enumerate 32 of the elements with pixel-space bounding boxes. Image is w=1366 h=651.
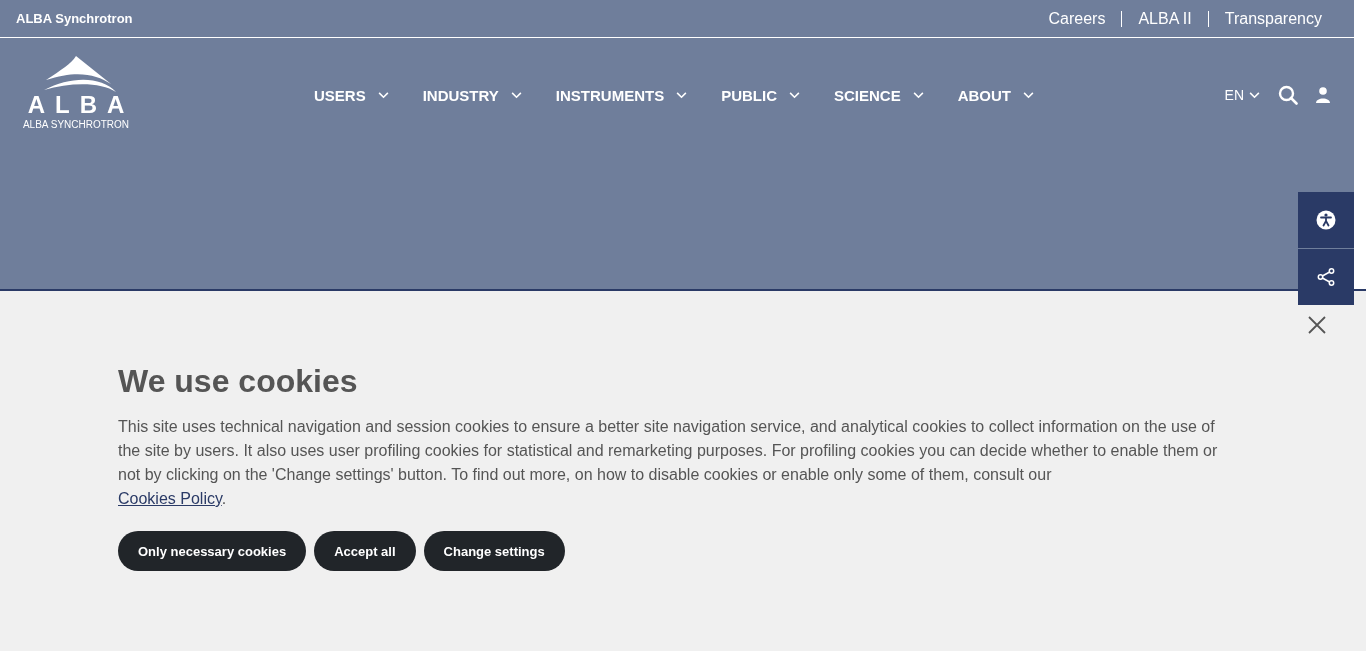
share-button[interactable] [1298,249,1354,305]
chevron-icon [789,92,800,99]
language-selector[interactable]: EN [1224,87,1260,103]
nav-item[interactable]: USERS [314,87,389,104]
nav-item[interactable]: SCIENCE [834,87,924,104]
nav-item[interactable]: INSTRUMENTS [555,87,688,104]
cookie-button[interactable]: Accept all [314,531,416,571]
share-icon [1316,267,1336,287]
nav-item[interactable]: ABOUT [957,87,1034,104]
nav-item[interactable]: INDUSTRY [422,87,522,104]
top-link[interactable]: ALBA II [1138,9,1192,28]
chevron-icon [912,92,924,99]
user-icon[interactable] [1316,87,1330,103]
cookies-policy-link[interactable]: Cookies Policy [118,490,222,507]
chevron-icon [1023,92,1034,99]
chevron-icon [510,92,522,99]
site-name: ALBA Synchrotron [16,11,133,26]
cookie-button[interactable]: Only necessary cookies [118,531,307,571]
top-link[interactable]: Careers [1048,9,1106,28]
alba-logo[interactable]: ALBA ALBA SYNCHROTRON [16,54,136,130]
accessibility-button[interactable] [1298,192,1354,248]
cookie-text: This site uses technical navigation and session cookies to ensure a better site navigation service, and analytical cookies to collect information on the use of the site by users. It also uses user profiling cookies for statistical and remarketing purposes. For profiling cookies you can decide whether to enable them or not by clicking on the 'Change settings' button. To find out more, on how to disable cookies or enable only some of them, consult our Cookies Policy. [118,417,1219,509]
close-icon[interactable] [1308,316,1326,334]
chevron-icon [676,92,688,99]
nav-item[interactable]: PUBLIC [721,87,800,104]
accessibility-icon [1316,210,1336,230]
search-icon[interactable] [1278,85,1298,105]
top-link[interactable]: Transparency [1224,9,1322,28]
chevron-icon [1249,91,1260,99]
chevron-icon [377,92,389,99]
cookie-title: We use cookies [118,362,359,401]
cookie-button[interactable]: Change settings [423,531,565,571]
